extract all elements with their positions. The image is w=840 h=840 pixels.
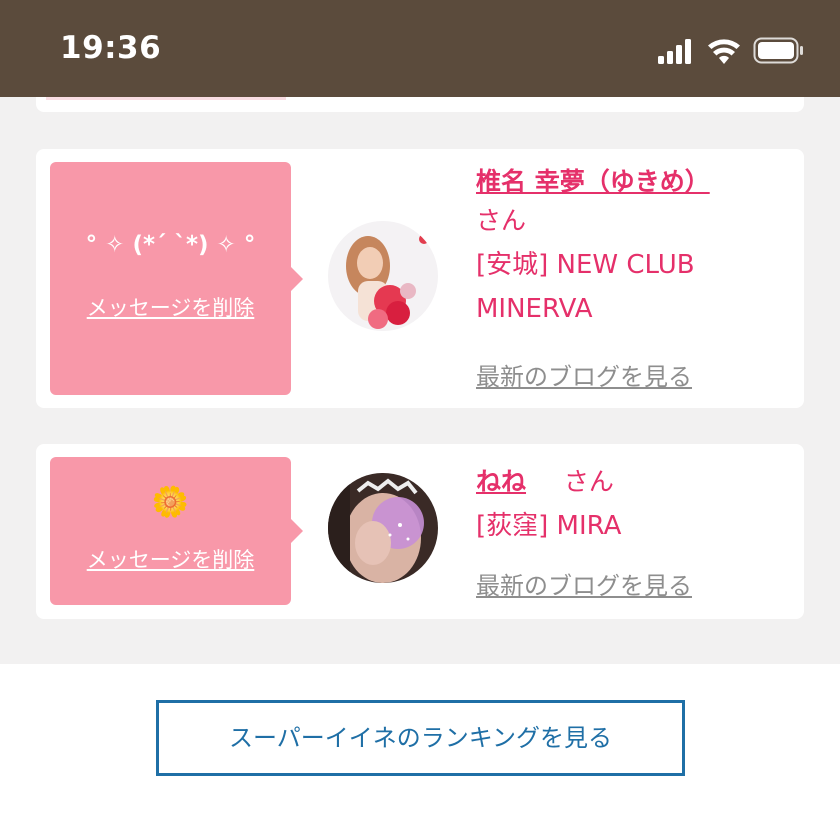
message-text: ° ✧ (*´ `*) ✧ ° [85, 232, 256, 258]
latest-blog-link[interactable]: 最新のブログを見る [476, 566, 692, 601]
honorific: さん [476, 206, 527, 235]
avatar-photo [328, 473, 438, 583]
previous-card-stub [46, 97, 286, 100]
status-icons [658, 37, 803, 64]
delete-message-link[interactable]: メッセージを削除 [50, 544, 291, 574]
previous-card-edge [36, 97, 804, 112]
shop-name: [安城] NEW CLUB MINERVA [476, 250, 695, 324]
favorites-list: ° ✧ (*´ `*) ✧ ° メッセージを削除 椎名 幸夢（ゆきめ） さん [… [0, 97, 840, 664]
shop-name: [荻窪] MIRA [476, 511, 622, 541]
avatar[interactable] [328, 473, 438, 583]
cast-info: 椎名 幸夢（ゆきめ） さん [安城] NEW CLUB MINERVA [476, 165, 796, 331]
cellular-signal-icon [658, 39, 691, 64]
cast-name-line: 椎名 幸夢（ゆきめ） [476, 165, 796, 199]
cast-name-link[interactable]: ねね [476, 467, 526, 496]
status-time: 19:36 [60, 30, 162, 66]
battery-icon [753, 37, 803, 64]
super-iine-ranking-button[interactable]: スーパーイイネのランキングを見る [156, 700, 685, 776]
status-bar: 19:36 [0, 0, 840, 97]
cast-info: ねね さん [荻窪] MIRA [476, 460, 796, 548]
delete-message-link[interactable]: メッセージを削除 [50, 292, 291, 322]
latest-blog-link[interactable]: 最新のブログを見る [476, 357, 692, 392]
message-bubble: 🌼 メッセージを削除 [50, 457, 303, 605]
message-text: 🌼 [151, 485, 190, 520]
cast-name-line: ねね さん [476, 460, 796, 504]
cast-card: 🌼 メッセージを削除 ねね さん [荻窪] MIRA 最新のブログを見る [36, 444, 804, 619]
cast-name-link[interactable]: 椎名 幸夢（ゆきめ） [476, 167, 710, 196]
honorific: さん [563, 467, 614, 496]
avatar-photo [328, 221, 438, 331]
message-bubble: ° ✧ (*´ `*) ✧ ° メッセージを削除 [50, 162, 303, 395]
avatar[interactable] [328, 221, 438, 331]
cast-card: ° ✧ (*´ `*) ✧ ° メッセージを削除 椎名 幸夢（ゆきめ） さん [… [36, 149, 804, 408]
wifi-icon [708, 39, 740, 64]
